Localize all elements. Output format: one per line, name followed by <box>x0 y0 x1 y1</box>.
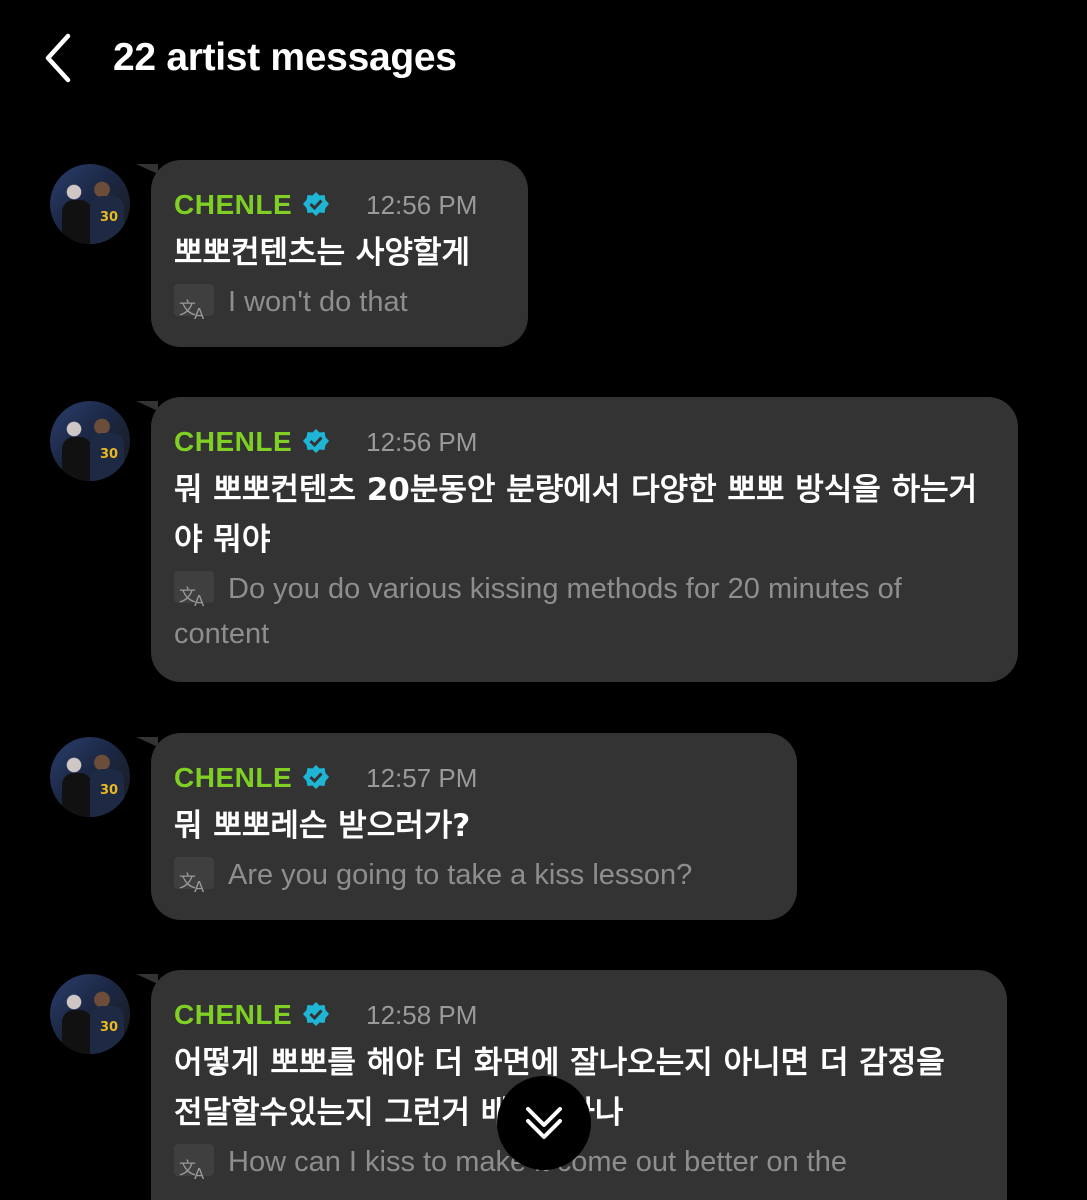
translation-row: 文A I won't do that <box>174 280 504 325</box>
avatar[interactable]: 30 <box>50 401 130 481</box>
translate-icon: 文A <box>174 571 214 610</box>
translation-row: 文 A Are you going to take a kiss lesson? <box>174 853 773 898</box>
message-bubble[interactable]: CHENLE 12:57 PM 뭐 뽀뽀레슨 받으러가? 文 A Are you g… <box>151 733 797 920</box>
back-button[interactable] <box>38 30 82 86</box>
message-text: 뭐 뽀뽀레슨 받으러가? <box>174 808 471 844</box>
translation-text: Are you going to take a kiss lesson? <box>228 859 693 891</box>
translation-row: 文 A Do you do various kissing methods for … <box>174 567 994 657</box>
message-time: 12:56 PM <box>366 189 478 220</box>
translate-icon: 文A <box>174 857 214 896</box>
verified-badge-icon <box>303 765 330 789</box>
avatar[interactable]: 30 <box>50 974 130 1054</box>
message-time: 12:58 PM <box>366 999 478 1030</box>
verified-badge-icon <box>303 429 330 453</box>
translate-icon: 文A <box>174 1144 214 1183</box>
header: 22 artist messages <box>0 0 1087 120</box>
bubble-tail <box>136 401 158 411</box>
translation-text: I won't do that <box>228 286 408 318</box>
message-text: 뭐 뽀뽀컨텐츠 20분동안 분량에서 다양한 뽀뽀 방식을 하는거야 뭐야 <box>174 472 978 558</box>
bubble-tail <box>136 737 158 747</box>
verified-badge-icon <box>303 192 330 216</box>
translate-icon: 文A <box>174 284 214 323</box>
message-text: 뽀뽀컨텐츠는 사양할게 <box>174 235 470 271</box>
avatar[interactable]: 30 <box>50 737 130 817</box>
translation-text: Do you do various kissing methods for 20… <box>174 573 902 650</box>
message-time: 12:56 PM <box>366 426 478 457</box>
message-bubble[interactable]: CHENLE 12:56 PM 뭐 뽀뽀컨텐츠 20분동안 분량에서 다양한 뽀… <box>151 397 1018 682</box>
bubble-tail <box>136 974 158 984</box>
double-chevron-down-icon <box>526 1107 562 1139</box>
message-bubble[interactable]: CHENLE 12:56 PM 뽀뽀컨텐츠는 사양할게 文A I won't do… <box>151 160 528 347</box>
artist-name: CHENLE <box>174 189 293 220</box>
message-bubble[interactable]: CHENLE 12:58 PM 어떻게 뽀뽀를 해야 더 화면에 잘나오는지 아… <box>151 970 1007 1200</box>
chevron-left-icon <box>45 33 71 83</box>
page-title: 22 artist messages <box>113 36 457 79</box>
scroll-to-bottom-button[interactable] <box>497 1076 591 1170</box>
verified-badge-icon <box>303 1002 330 1026</box>
message-time: 12:57 PM <box>366 762 478 793</box>
avatar[interactable]: 30 <box>50 164 130 244</box>
artist-name: CHENLE <box>174 999 293 1030</box>
bubble-tail <box>136 164 158 174</box>
artist-name: CHENLE <box>174 762 293 793</box>
artist-name: CHENLE <box>174 426 293 457</box>
